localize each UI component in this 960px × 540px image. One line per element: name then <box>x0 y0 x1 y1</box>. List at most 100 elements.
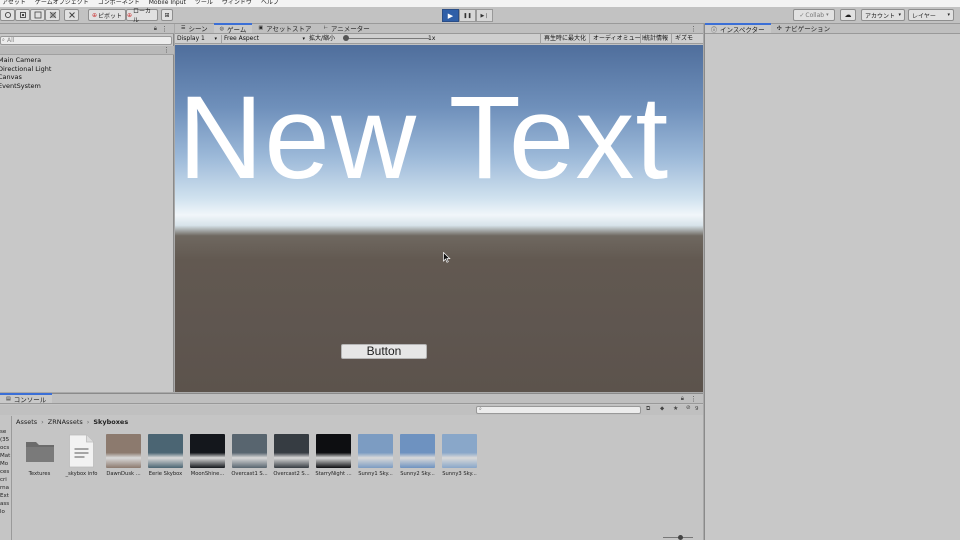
tab-console-label: コンソール <box>13 396 47 404</box>
folder-tree-item[interactable]: Ext <box>0 492 11 500</box>
tab-inspector[interactable]: ⓘ インスペクター <box>705 23 771 34</box>
breadcrumb-item-current[interactable]: Skyboxes <box>93 418 128 427</box>
rotate-tool-button[interactable] <box>0 9 15 21</box>
filter-by-label-icon[interactable]: ⬥ <box>660 405 664 413</box>
scale-slider-track[interactable] <box>343 38 429 39</box>
aspect-dropdown[interactable]: Free Aspect ▾ <box>221 35 305 43</box>
scale-slider-thumb[interactable] <box>343 35 349 41</box>
snap-toggle-button[interactable]: ⊞ <box>161 9 173 21</box>
game-view-menu-icon[interactable]: ⋮ <box>690 25 697 33</box>
scene-menu-icon[interactable]: ⋮ <box>163 46 170 54</box>
asset-grid: Textures _skybox info DawnDusk ... Eerie Sk… <box>22 434 477 477</box>
hierarchy-menu-icon[interactable]: ⋮ <box>161 25 168 33</box>
account-dropdown[interactable]: アカウント ▾ <box>861 9 905 21</box>
zoom-slider-thumb[interactable] <box>678 535 683 540</box>
game-viewport[interactable]: New Text Button <box>175 45 703 392</box>
menu-item-assets[interactable]: アセット <box>2 0 26 7</box>
asset-item[interactable]: MoonShine... <box>190 434 225 477</box>
step-button[interactable]: ▶❘ <box>476 9 493 22</box>
asset-item[interactable]: Eerie Skybox <box>148 434 183 477</box>
hierarchy-item[interactable]: EventSystem <box>0 82 174 91</box>
hierarchy-item[interactable]: Canvas <box>0 73 174 82</box>
scene-header-row[interactable]: ⋮ <box>0 46 174 55</box>
asset-label: Sunny2 Sky... <box>400 471 435 477</box>
display-dropdown[interactable]: Display 1 ▾ <box>177 35 217 43</box>
asset-item[interactable]: Overcast2 S... <box>273 434 310 477</box>
menu-item-help[interactable]: ヘルプ <box>261 0 279 7</box>
folder-tree-item[interactable]: ass <box>0 500 11 508</box>
collab-check-icon: ✓ <box>799 11 805 19</box>
menu-item-gameobject[interactable]: ゲームオブジェクト <box>35 0 89 7</box>
custom-tool-button[interactable] <box>64 9 79 21</box>
tab-console[interactable]: ▤ コンソール <box>0 393 53 404</box>
account-label: アカウント <box>865 12 896 20</box>
tab-navigation-label: ナビゲーション <box>784 25 831 33</box>
asset-item[interactable]: Textures <box>22 434 57 477</box>
asset-label: Sunny3 Sky... <box>442 471 477 477</box>
breadcrumb-item[interactable]: Assets <box>16 418 37 427</box>
transform-tool-button[interactable] <box>45 9 60 21</box>
folder-tree-item[interactable]: Mat <box>0 452 11 460</box>
lock-icon[interactable]: 🔒︎ <box>154 25 157 33</box>
asset-item[interactable]: DawnDusk ... <box>106 434 141 477</box>
hierarchy-search-input[interactable]: ⌕ All <box>0 36 172 45</box>
skybox-thumbnail <box>190 434 225 468</box>
stats-toggle[interactable]: 統計情報 <box>640 34 671 44</box>
rect-tool-button[interactable] <box>30 9 45 21</box>
tab-scene[interactable]: ☰ シーン <box>175 23 214 33</box>
project-search-input[interactable]: ⌕ <box>476 406 641 414</box>
hierarchy-search-placeholder: All <box>7 37 15 44</box>
folder-tree-item[interactable]: cri <box>0 476 11 484</box>
tab-animator[interactable]: ⊢ アニメーター <box>317 23 375 33</box>
maximize-on-play-toggle[interactable]: 再生時に最大化 <box>540 34 589 44</box>
folder-tree-item[interactable]: ocs <box>0 444 11 452</box>
local-toggle-button[interactable]: ⊕ ローカル <box>126 8 158 24</box>
rect-tool-icon <box>34 11 41 19</box>
asset-item[interactable]: Overcast1 S... <box>231 434 268 477</box>
menu-item-tools[interactable]: ツール <box>195 0 213 7</box>
scale-tool-button[interactable] <box>15 9 30 21</box>
pause-button[interactable]: ❚❚ <box>459 9 476 22</box>
folder-tree-item[interactable]: rna <box>0 484 11 492</box>
cloud-button[interactable]: ☁ <box>840 9 856 21</box>
skybox-thumbnail <box>316 434 351 468</box>
collab-button[interactable]: ✓ Collab ▾ <box>793 9 835 21</box>
lock-icon[interactable]: 🔒︎ <box>681 395 684 403</box>
breadcrumb-item[interactable]: ZRNAssets <box>48 418 83 427</box>
display-dropdown-icon: ▾ <box>214 36 217 42</box>
mouse-cursor-icon <box>443 252 451 263</box>
asset-item[interactable]: StarryNight ... <box>315 434 352 477</box>
gizmos-toggle[interactable]: ギズモ <box>671 34 696 44</box>
menu-item-window[interactable]: ウィンドウ <box>222 0 252 7</box>
tab-asset-store[interactable]: ▣ アセットストア <box>252 23 317 33</box>
asset-item[interactable]: Sunny1 Sky... <box>358 434 393 477</box>
tab-inspector-label: インスペクター <box>720 26 765 34</box>
asset-item[interactable]: _skybox info <box>64 434 99 477</box>
ui-button[interactable]: Button <box>341 344 427 359</box>
console-menu-icon[interactable]: ⋮ <box>690 395 697 403</box>
folder-tree-item[interactable]: (35 <box>0 436 11 444</box>
pivot-toggle-button[interactable]: ⊕ ピボット <box>88 9 126 21</box>
project-toolbar: ⌕ ⧉ ⬥ ★ ⊘ 9 <box>0 405 703 415</box>
folder-tree-item[interactable]: Mo <box>0 460 11 468</box>
layers-dropdown[interactable]: レイヤー ▾ <box>908 9 954 21</box>
hierarchy-item[interactable]: Main Camera <box>0 56 174 65</box>
hidden-packages-icon[interactable]: ⊘ <box>686 405 691 411</box>
grid-snap-icon: ⊞ <box>164 11 170 19</box>
asset-label: Overcast2 S... <box>273 471 310 477</box>
folder-tree-item[interactable]: se <box>0 428 11 436</box>
tab-navigation[interactable]: ✣ ナビゲーション <box>771 23 836 34</box>
folder-tree-item[interactable]: lo <box>0 508 11 516</box>
tab-game[interactable]: ◎ ゲーム <box>213 23 253 34</box>
asset-label: Overcast1 S... <box>231 471 268 477</box>
asset-item[interactable]: Sunny2 Sky... <box>400 434 435 477</box>
play-button[interactable]: ▶ <box>442 9 459 22</box>
game-view-panel: ☰ シーン ◎ ゲーム ▣ アセットストア ⊢ アニメーター ⋮ Display… <box>175 23 703 392</box>
filter-by-type-icon[interactable]: ⧉ <box>646 405 650 413</box>
favorite-star-icon[interactable]: ★ <box>673 405 678 412</box>
folder-icon <box>25 442 54 462</box>
asset-item[interactable]: Sunny3 Sky... <box>442 434 477 477</box>
asset-label: MoonShine... <box>190 471 225 477</box>
folder-tree-item[interactable]: ces <box>0 468 11 476</box>
hierarchy-item[interactable]: Directional Light <box>0 65 174 74</box>
